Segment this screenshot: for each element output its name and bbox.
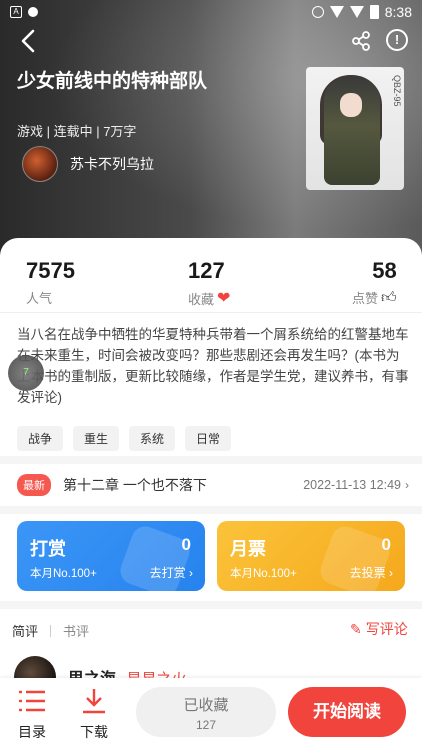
download-label: 下载	[80, 724, 108, 740]
tag-item[interactable]: 系统	[129, 426, 176, 451]
latest-chapter-title: 第十二章 一个也不落下	[63, 477, 207, 493]
reward-count: 0	[181, 535, 191, 554]
author-name[interactable]: 苏卡不列乌拉	[70, 154, 154, 174]
book-title: 少女前线中的特种部队	[17, 71, 208, 92]
stats-row: 7575 人气 127 收藏 ❤ 58 点赞 👍︎	[0, 258, 422, 308]
top-bar: !	[0, 28, 422, 58]
latest-chapter-date: 2022-11-13 12:49	[303, 478, 401, 492]
clock: 8:38	[384, 4, 412, 20]
review-tabs: 简评 书评	[12, 621, 89, 640]
wifi-icon	[329, 6, 344, 18]
reward-rank: 本月No.100+	[30, 568, 97, 580]
floating-assistant-ball[interactable]: 7	[8, 355, 44, 391]
latest-chapter-row[interactable]: 最新 第十二章 一个也不落下 2022-11-13 12:49 ›	[17, 472, 409, 498]
chevron-right-icon: ›	[405, 478, 409, 492]
stats-divider	[0, 312, 422, 313]
collected-count: 127	[195, 718, 217, 732]
signal-icon	[349, 6, 364, 18]
monthly-ticket-action-label: 去投票	[349, 566, 386, 580]
write-review-label: 写评论	[365, 621, 408, 637]
stat-favorites: 127 收藏 ❤	[188, 258, 230, 308]
collected-label: 已收藏	[183, 697, 229, 714]
minus-circle-icon	[311, 6, 324, 18]
author-avatar[interactable]	[22, 146, 58, 182]
report-button[interactable]: !	[386, 29, 408, 51]
tab-separator	[50, 624, 52, 637]
app-notification-icon: A	[10, 6, 22, 18]
reward-action[interactable]: 去打赏 ›	[150, 564, 193, 581]
start-reading-button[interactable]: 开始阅读	[288, 687, 406, 737]
write-review-button[interactable]: ✎ 写评论	[350, 619, 408, 639]
status-bar: A 8:38	[0, 0, 422, 24]
share-button[interactable]	[350, 30, 372, 52]
floating-ball-text: 7	[23, 367, 29, 378]
tag-item[interactable]: 日常	[185, 426, 232, 451]
download-button[interactable]: 下载	[74, 688, 114, 742]
pencil-icon: ✎	[350, 620, 362, 637]
list-icon	[12, 688, 52, 716]
tag-item[interactable]: 战争	[17, 426, 64, 451]
monthly-ticket-count: 0	[381, 535, 391, 554]
book-meta: 游戏 | 连载中 | 7万字	[17, 124, 137, 139]
share-icon	[352, 31, 370, 51]
favorites-value: 127	[188, 258, 225, 283]
author-row[interactable]: 苏卡不列乌拉	[22, 146, 154, 182]
dot-icon	[28, 7, 38, 17]
download-icon	[74, 688, 114, 716]
tag-item[interactable]: 重生	[73, 426, 120, 451]
exclamation-icon: !	[394, 32, 400, 47]
popularity-value: 7575	[26, 258, 75, 283]
popularity-label: 人气	[26, 291, 53, 306]
section-divider	[0, 506, 422, 514]
bottom-action-bar: 目录 下载 已收藏 127 开始阅读	[0, 678, 422, 750]
reward-title: 打赏	[30, 539, 66, 559]
heart-icon: ❤	[217, 290, 231, 307]
reward-action-label: 去打赏	[149, 566, 186, 580]
monthly-ticket-title: 月票	[230, 539, 266, 559]
catalog-button[interactable]: 目录	[12, 688, 52, 742]
stat-popularity: 7575 人气	[26, 258, 75, 307]
monthly-ticket-rank: 本月No.100+	[230, 568, 297, 580]
stat-likes[interactable]: 58 点赞 👍︎	[352, 258, 397, 307]
back-button[interactable]	[16, 28, 42, 54]
catalog-label: 目录	[18, 724, 46, 740]
reward-card[interactable]: 打赏 0 本月No.100+ 去打赏 ›	[17, 521, 205, 591]
battery-icon	[369, 5, 379, 19]
likes-value: 58	[372, 258, 397, 283]
chevron-left-icon	[21, 29, 35, 53]
likes-label: 点赞	[352, 291, 379, 306]
cover-side-text: QBZ-95	[392, 75, 402, 107]
section-divider	[0, 456, 422, 464]
tab-short-review[interactable]: 简评	[12, 621, 38, 640]
cover-art-face	[340, 93, 362, 117]
book-description[interactable]: 当八名在战争中牺牲的华夏特种兵带着一个屑系统给的红警基地车在未来重生，时间会被改…	[17, 324, 409, 408]
section-divider	[0, 601, 422, 609]
thumbs-up-icon[interactable]: 👍︎	[381, 289, 397, 307]
monthly-ticket-action[interactable]: 去投票 ›	[350, 564, 393, 581]
tab-book-review[interactable]: 书评	[63, 621, 89, 640]
favorites-label: 收藏	[188, 291, 215, 307]
monthly-ticket-card[interactable]: 月票 0 本月No.100+ 去投票 ›	[217, 521, 405, 591]
latest-badge: 最新	[17, 474, 51, 496]
book-cover[interactable]: QBZ-95	[306, 67, 404, 190]
collected-button[interactable]: 已收藏 127	[136, 687, 276, 737]
book-detail-card: 7575 人气 127 收藏 ❤ 58 点赞 👍︎ 当八名在战争中牺牲的华夏特种兵带…	[0, 238, 422, 750]
tag-list: 战争 重生 系统 日常	[17, 426, 232, 451]
